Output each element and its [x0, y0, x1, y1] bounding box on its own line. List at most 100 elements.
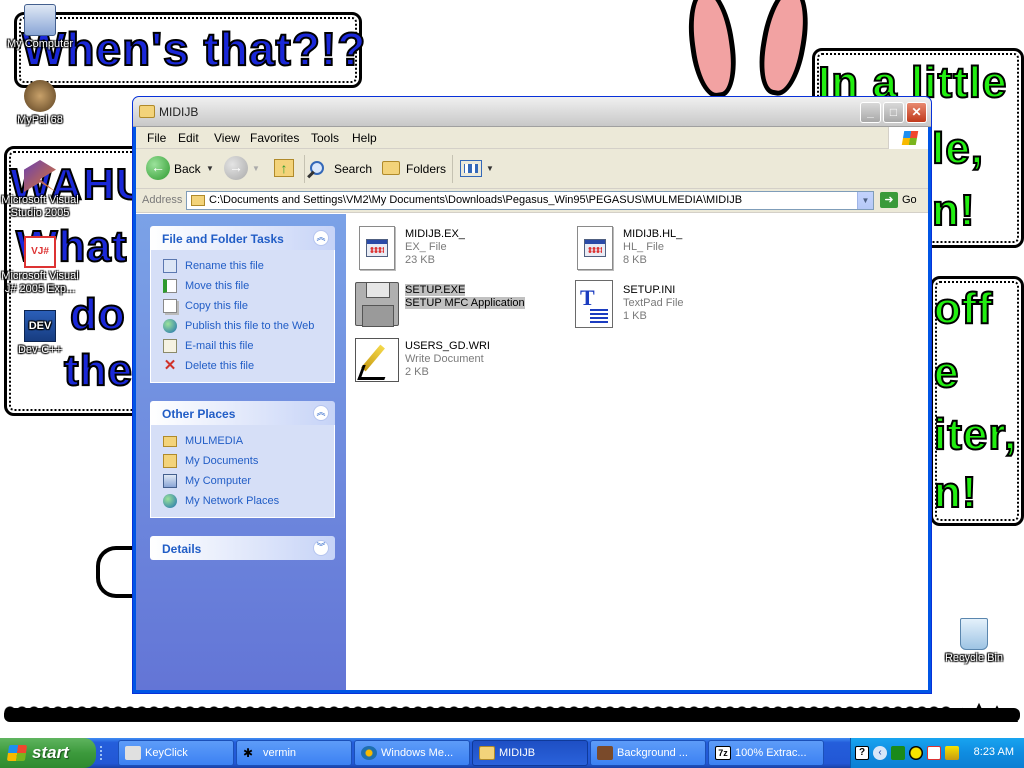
- file-item-setup-exe[interactable]: SETUP.EXE SETUP MFC Application: [353, 280, 553, 332]
- views-button[interactable]: ▼: [458, 156, 494, 182]
- other-places-header[interactable]: Other Places ︽: [150, 401, 335, 425]
- tray-app-icon[interactable]: [891, 746, 905, 760]
- taskbar-button-media-player[interactable]: Windows Me...: [354, 740, 470, 766]
- task-delete-file[interactable]: ✕ Delete this file: [161, 356, 334, 376]
- menu-edit[interactable]: Edit: [178, 131, 199, 145]
- media-player-icon: [361, 746, 377, 760]
- textpad-file-icon: [571, 280, 619, 328]
- go-button[interactable]: ➜ Go: [880, 192, 917, 208]
- speech-bubble-right-bottom-line-3: iter,: [933, 409, 1018, 460]
- task-label: Delete this file: [185, 360, 255, 372]
- menu-view[interactable]: View: [214, 131, 240, 145]
- desktop-icon-mypal[interactable]: MyPal 68: [0, 80, 80, 127]
- up-folder-button[interactable]: ↑: [272, 156, 298, 182]
- explorer-window[interactable]: MIDIJB _ □ ✕ File Edit View Favorites To…: [132, 96, 932, 694]
- address-path: C:\Documents and Settings\VM2\My Documen…: [209, 194, 743, 206]
- chevron-up-icon[interactable]: ︽: [313, 405, 329, 421]
- place-my-documents[interactable]: My Documents: [161, 451, 334, 471]
- taskbar: start KeyClick ✱ vermin Windows Me... MID…: [0, 738, 1024, 768]
- place-mulmedia[interactable]: MULMEDIA: [161, 431, 334, 451]
- network-places-icon: [163, 494, 177, 508]
- desktop-icon-label: Microsoft Visual Studio 2005: [1, 194, 79, 219]
- close-button[interactable]: ✕: [906, 102, 927, 123]
- toolbar-separator: [304, 155, 305, 183]
- task-copy-file[interactable]: Copy this file: [161, 296, 334, 316]
- help-icon[interactable]: ?: [855, 746, 869, 760]
- details-header[interactable]: Details ︾: [150, 536, 335, 560]
- start-button[interactable]: start: [0, 738, 96, 768]
- file-item-setup-ini[interactable]: SETUP.INI TextPad File 1 KB: [571, 280, 771, 332]
- folders-button[interactable]: Folders: [380, 156, 446, 182]
- folder-icon: [191, 195, 205, 206]
- desktop-icon-my-computer[interactable]: My Computer: [0, 4, 80, 51]
- go-arrow-icon: ➜: [880, 192, 898, 208]
- address-field[interactable]: C:\Documents and Settings\VM2\My Documen…: [186, 191, 874, 210]
- desktop-icon-visual-studio[interactable]: Microsoft Visual Studio 2005: [0, 160, 80, 220]
- cartoon-figure: [96, 546, 136, 598]
- desktop-icon-recycle-bin[interactable]: Recycle Bin: [934, 618, 1014, 665]
- start-label: start: [32, 743, 69, 762]
- tray-app-icon[interactable]: [945, 746, 959, 760]
- forward-button[interactable]: → ▼: [224, 156, 260, 182]
- taskbar-button-label: vermin: [263, 747, 297, 759]
- task-rename-file[interactable]: Rename this file: [161, 256, 334, 276]
- folders-icon: [382, 161, 400, 175]
- task-publish-web[interactable]: Publish this file to the Web: [161, 316, 334, 336]
- maximize-button[interactable]: □: [883, 102, 904, 123]
- menu-favorites[interactable]: Favorites: [250, 131, 299, 145]
- move-icon: [163, 279, 177, 293]
- menu-help[interactable]: Help: [352, 131, 377, 145]
- search-button[interactable]: Search: [307, 156, 372, 182]
- chevron-down-icon[interactable]: ▼: [857, 192, 873, 209]
- place-my-computer[interactable]: My Computer: [161, 471, 334, 491]
- file-list: MIDIJB.EX_ EX_ File 23 KB MIDIJB.HL_ HL_…: [347, 214, 928, 690]
- taskbar-button-vermin[interactable]: ✱ vermin: [236, 740, 352, 766]
- title-bar[interactable]: MIDIJB _ □ ✕: [133, 97, 931, 127]
- task-move-file[interactable]: Move this file: [161, 276, 334, 296]
- desktop-icon-visual-jsharp[interactable]: VJ# Microsoft Visual J# 2005 Exp...: [0, 236, 80, 296]
- tray-app-icon[interactable]: [927, 746, 941, 760]
- file-folder-tasks-header[interactable]: File and Folder Tasks ︽: [150, 226, 335, 250]
- folder-icon: [139, 105, 155, 118]
- file-size: 8 KB: [623, 254, 647, 266]
- tray-app-icon[interactable]: [909, 746, 923, 760]
- other-places-panel: Other Places ︽ MULMEDIA My Documents My …: [150, 401, 335, 518]
- file-name: MIDIJB.EX_: [405, 228, 465, 240]
- chevron-left-icon[interactable]: ‹: [873, 746, 887, 760]
- taskbar-button-keyclick[interactable]: KeyClick: [118, 740, 234, 766]
- task-label: E-mail this file: [185, 340, 254, 352]
- system-file-icon: [571, 224, 619, 272]
- details-panel: Details ︾: [150, 536, 335, 560]
- file-type: TextPad File: [623, 297, 684, 309]
- desktop-icon-label: MyPal 68: [17, 114, 63, 126]
- file-item-midijb-hl[interactable]: MIDIJB.HL_ HL_ File 8 KB: [571, 224, 771, 276]
- taskbar-button-7zip[interactable]: 7z 100% Extrac...: [708, 740, 824, 766]
- place-my-network-places[interactable]: My Network Places: [161, 491, 334, 511]
- menu-tools[interactable]: Tools: [311, 131, 339, 145]
- chevron-down-icon: ▼: [486, 164, 494, 173]
- back-button[interactable]: ← Back ▼: [146, 156, 216, 182]
- task-email-file[interactable]: E-mail this file: [161, 336, 334, 356]
- chevron-down-icon: ▼: [252, 164, 260, 173]
- back-arrow-icon: ←: [146, 156, 170, 180]
- clock[interactable]: 8:23 AM: [974, 746, 1014, 758]
- file-item-users-gd-wri[interactable]: USERS_GD.WRI Write Document 2 KB: [353, 336, 553, 388]
- taskbar-button-midijb[interactable]: MIDIJB: [472, 740, 588, 766]
- system-tray: ? ‹ 8:23 AM: [850, 738, 1024, 768]
- chevron-down-icon[interactable]: ︾: [313, 540, 329, 556]
- minimize-button[interactable]: _: [860, 102, 881, 123]
- desktop-icon-dev-cpp[interactable]: DEV Dev-C++: [0, 310, 80, 357]
- taskbar-button-background[interactable]: Background ...: [590, 740, 706, 766]
- file-type: SETUP MFC Application: [405, 297, 525, 309]
- file-item-midijb-ex[interactable]: MIDIJB.EX_ EX_ File 23 KB: [353, 224, 553, 276]
- forward-arrow-icon: →: [224, 156, 248, 180]
- background-icon: [597, 746, 613, 760]
- menu-file[interactable]: File: [147, 131, 166, 145]
- panel-title: Other Places: [162, 407, 236, 421]
- windows-logo-icon: [888, 127, 928, 149]
- keyclick-icon: [125, 746, 141, 760]
- rabbit-ear-right: [752, 0, 816, 99]
- place-label: My Computer: [185, 475, 252, 487]
- chevron-up-icon[interactable]: ︽: [313, 230, 329, 246]
- folder-icon: [163, 436, 177, 447]
